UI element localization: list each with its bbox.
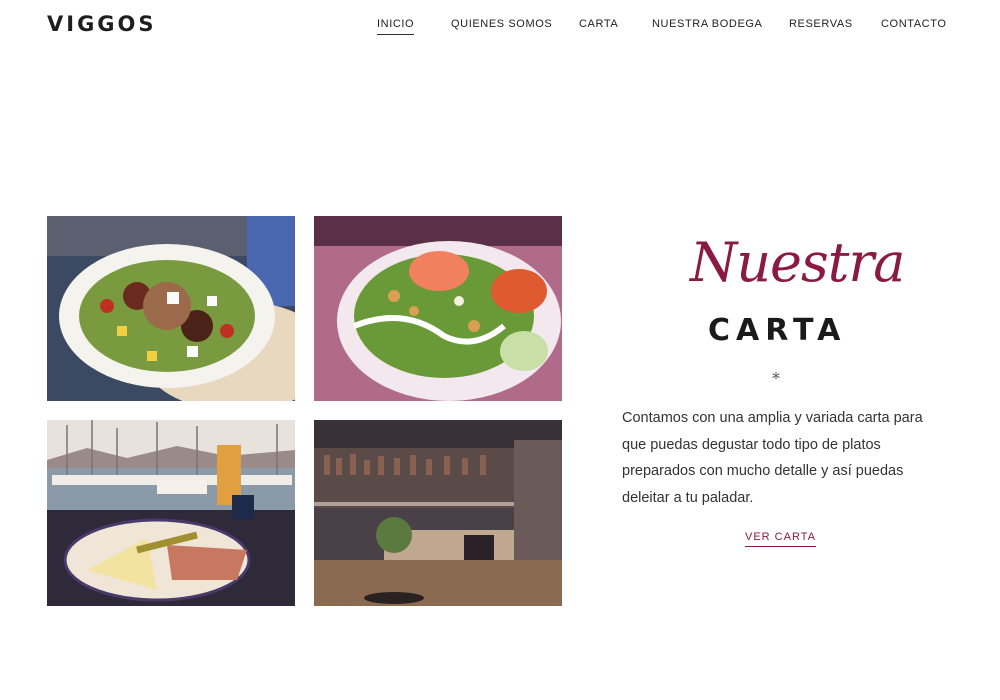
section-script-title: Nuestra: [690, 231, 905, 294]
nav-item-inicio[interactable]: INICIO: [377, 18, 415, 35]
section-bold-title: CARTA: [708, 313, 847, 348]
nav-item-contacto[interactable]: CONTACTO: [881, 18, 947, 34]
bar-interior-photo: [314, 420, 562, 606]
salmon-salad-photo: [314, 216, 562, 401]
marina-cheese-plate-photo: [47, 420, 295, 606]
nav-item-quienes-somos[interactable]: QUIENES SOMOS: [451, 18, 552, 34]
nav-item-reservas[interactable]: RESERVAS: [789, 18, 853, 34]
main-nav: INICIO QUIENES SOMOS CARTA NUESTRA BODEG…: [0, 18, 1000, 38]
section-description: Contamos con una amplia y variada carta …: [622, 410, 923, 506]
ver-carta-link[interactable]: VER CARTA: [745, 531, 816, 547]
nav-item-carta[interactable]: CARTA: [579, 18, 618, 34]
nav-item-nuestra-bodega[interactable]: NUESTRA BODEGA: [652, 18, 762, 34]
ornament-divider: *: [772, 369, 780, 388]
salad-bowl-with-cheese-photo: [47, 216, 295, 401]
